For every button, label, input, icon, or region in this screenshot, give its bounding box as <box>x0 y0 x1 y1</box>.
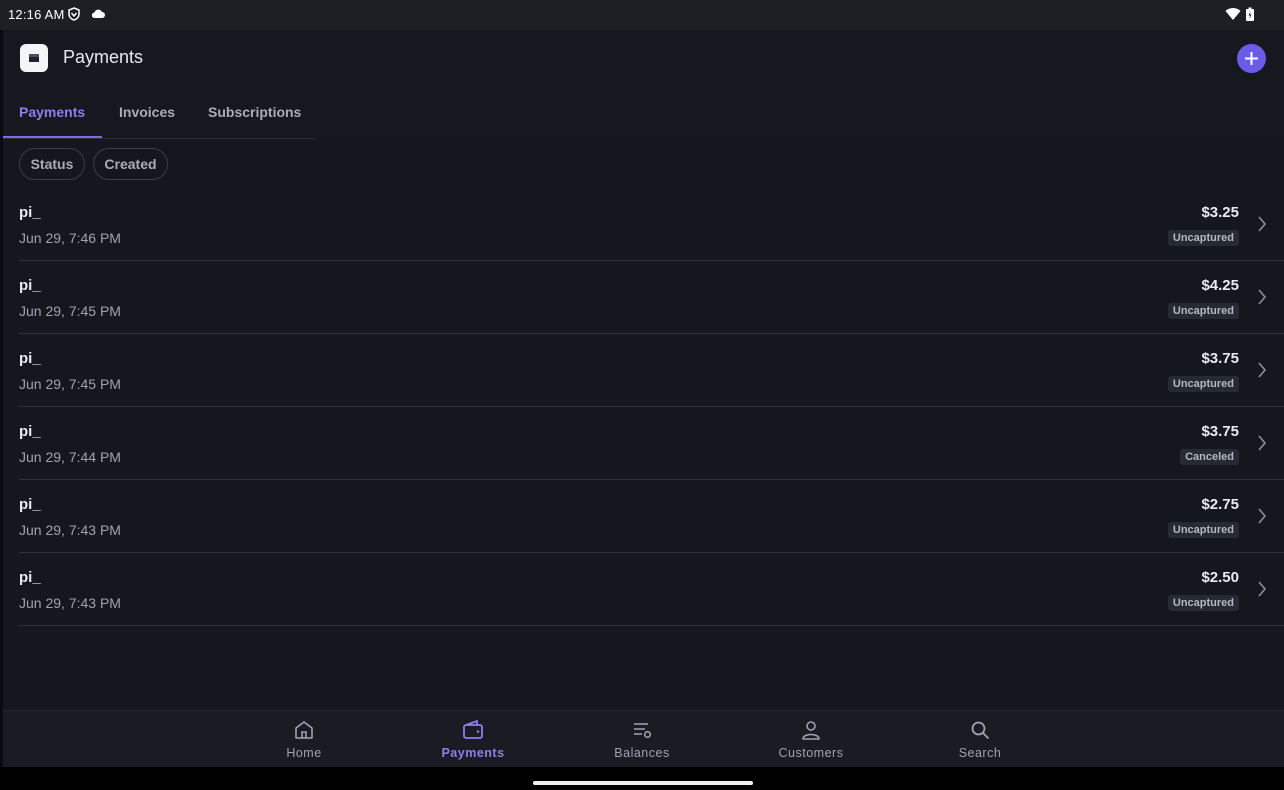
search-icon <box>971 721 989 739</box>
status-badge: Uncaptured <box>1167 376 1239 392</box>
nav-payments-label: Payments <box>441 746 505 760</box>
nav-customers-label: Customers <box>778 746 844 760</box>
home-gesture-handle[interactable] <box>533 781 753 785</box>
payment-id: pi_ <box>19 496 41 513</box>
payment-id: pi_ <box>19 277 41 294</box>
tab-invoices[interactable]: Invoices <box>119 100 175 138</box>
payment-id: pi_ <box>19 569 41 586</box>
status-bar: 12:16 AM <box>0 0 1284 30</box>
payment-date: Jun 29, 7:45 PM <box>19 303 121 319</box>
chevron-right-icon <box>1258 435 1267 451</box>
payment-amount: $4.25 <box>1201 277 1239 294</box>
active-tab-indicator <box>3 136 102 138</box>
filter-created-chip[interactable]: Created <box>93 148 168 180</box>
nav-search-label: Search <box>958 746 1002 760</box>
status-badge: Uncaptured <box>1167 595 1239 611</box>
payment-date: Jun 29, 7:43 PM <box>19 595 121 611</box>
vpn-shield-icon <box>67 7 81 24</box>
balances-icon <box>634 723 652 739</box>
nav-home-label: Home <box>286 746 322 760</box>
payment-date: Jun 29, 7:43 PM <box>19 522 121 538</box>
chevron-right-icon <box>1258 508 1267 524</box>
filter-status-chip[interactable]: Status <box>19 148 85 180</box>
payment-amount: $3.75 <box>1201 423 1239 440</box>
payment-amount: $2.50 <box>1201 569 1239 586</box>
status-badge: Uncaptured <box>1167 230 1239 246</box>
payment-row[interactable]: pi_ Jun 29, 7:43 PM $2.75 Uncaptured <box>19 480 1284 553</box>
payment-date: Jun 29, 7:44 PM <box>19 449 121 465</box>
payment-id: pi_ <box>19 423 41 440</box>
status-badge: Uncaptured <box>1167 522 1239 538</box>
gesture-bar <box>0 767 1284 790</box>
bottom-navigation: Home Payments Balances Customers Search <box>3 710 1284 768</box>
battery-icon <box>1245 7 1255 25</box>
wallet-icon <box>463 719 483 739</box>
nav-customers[interactable]: Customers <box>756 711 866 768</box>
chevron-right-icon <box>1258 362 1267 378</box>
nav-balances-label: Balances <box>614 746 670 760</box>
payment-row[interactable]: pi_ Jun 29, 7:45 PM $3.75 Uncaptured <box>19 334 1284 407</box>
status-badge: Canceled <box>1180 449 1239 465</box>
chevron-right-icon <box>1258 581 1267 597</box>
payment-row[interactable]: pi_ Jun 29, 7:46 PM $3.25 Uncaptured <box>19 188 1284 261</box>
payment-date: Jun 29, 7:45 PM <box>19 376 121 392</box>
home-icon <box>295 721 313 739</box>
nav-home[interactable]: Home <box>249 711 359 768</box>
window-edge <box>0 30 3 767</box>
tab-payments[interactable]: Payments <box>19 100 85 138</box>
add-payment-button[interactable] <box>1237 44 1266 73</box>
nav-balances[interactable]: Balances <box>587 711 697 768</box>
tab-subscriptions[interactable]: Subscriptions <box>208 100 301 138</box>
plus-icon <box>1245 52 1258 65</box>
payment-id: pi_ <box>19 204 41 221</box>
payment-id: pi_ <box>19 350 41 367</box>
nav-search[interactable]: Search <box>925 711 1035 768</box>
payment-row[interactable]: pi_ Jun 29, 7:43 PM $2.50 Uncaptured <box>19 553 1284 626</box>
tab-bar: Payments Invoices Subscriptions <box>3 100 316 139</box>
person-icon <box>802 721 820 740</box>
page-title: Payments <box>63 47 144 67</box>
payment-amount: $2.75 <box>1201 496 1239 513</box>
payments-list: pi_ Jun 29, 7:46 PM $3.25 Uncaptured pi_… <box>19 188 1284 626</box>
payment-amount: $3.75 <box>1201 350 1239 367</box>
chevron-right-icon <box>1258 289 1267 305</box>
app-bar: Payments Payments Invoices Subscriptions <box>3 30 1284 139</box>
payment-amount: $3.25 <box>1201 204 1239 221</box>
payment-date: Jun 29, 7:46 PM <box>19 230 121 246</box>
chevron-right-icon <box>1258 216 1267 232</box>
status-time: 12:16 AM <box>8 7 65 22</box>
payment-row[interactable]: pi_ Jun 29, 7:44 PM $3.75 Canceled <box>19 407 1284 480</box>
store-icon <box>20 44 48 72</box>
wifi-icon <box>1225 7 1241 24</box>
payment-row[interactable]: pi_ Jun 29, 7:45 PM $4.25 Uncaptured <box>19 261 1284 334</box>
status-badge: Uncaptured <box>1167 303 1239 319</box>
cloud-icon <box>90 7 106 24</box>
nav-payments[interactable]: Payments <box>418 711 528 768</box>
